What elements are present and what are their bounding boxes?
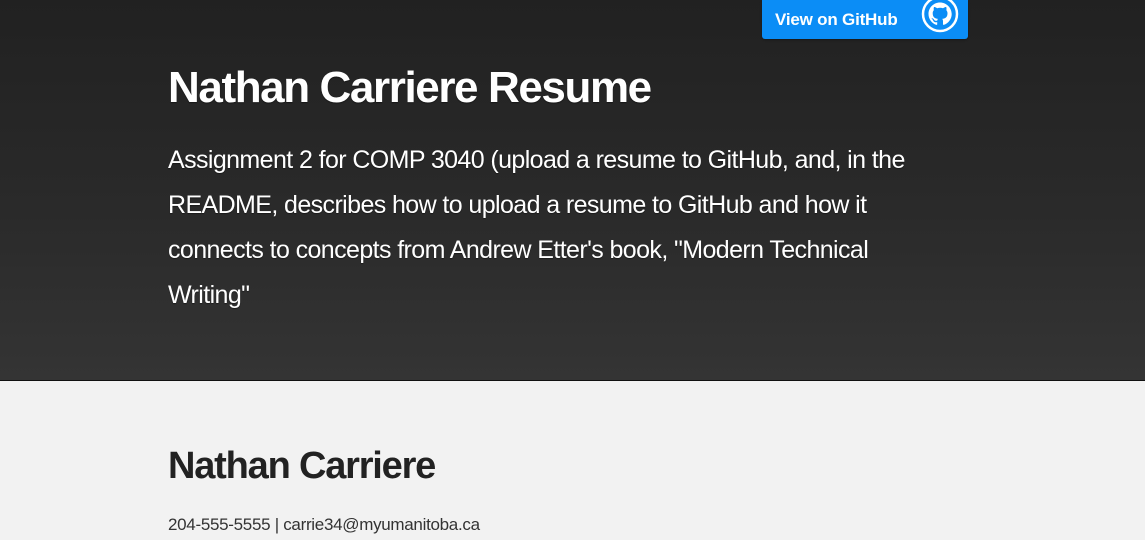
page-header: View on GitHub Nathan Carriere Resume As… bbox=[0, 0, 1145, 381]
project-title: Nathan Carriere Resume bbox=[168, 63, 652, 112]
project-tagline: Assignment 2 for COMP 3040 (upload a res… bbox=[168, 146, 905, 309]
view-on-github-label: View on GitHub bbox=[775, 9, 898, 29]
contact-info: 204-555-5555 | carrie34@myumanitoba.ca bbox=[168, 515, 480, 534]
resume-name-heading: Nathan Carriere bbox=[168, 445, 436, 487]
view-on-github-button[interactable]: View on GitHub bbox=[762, 0, 968, 39]
github-icon bbox=[921, 0, 959, 33]
